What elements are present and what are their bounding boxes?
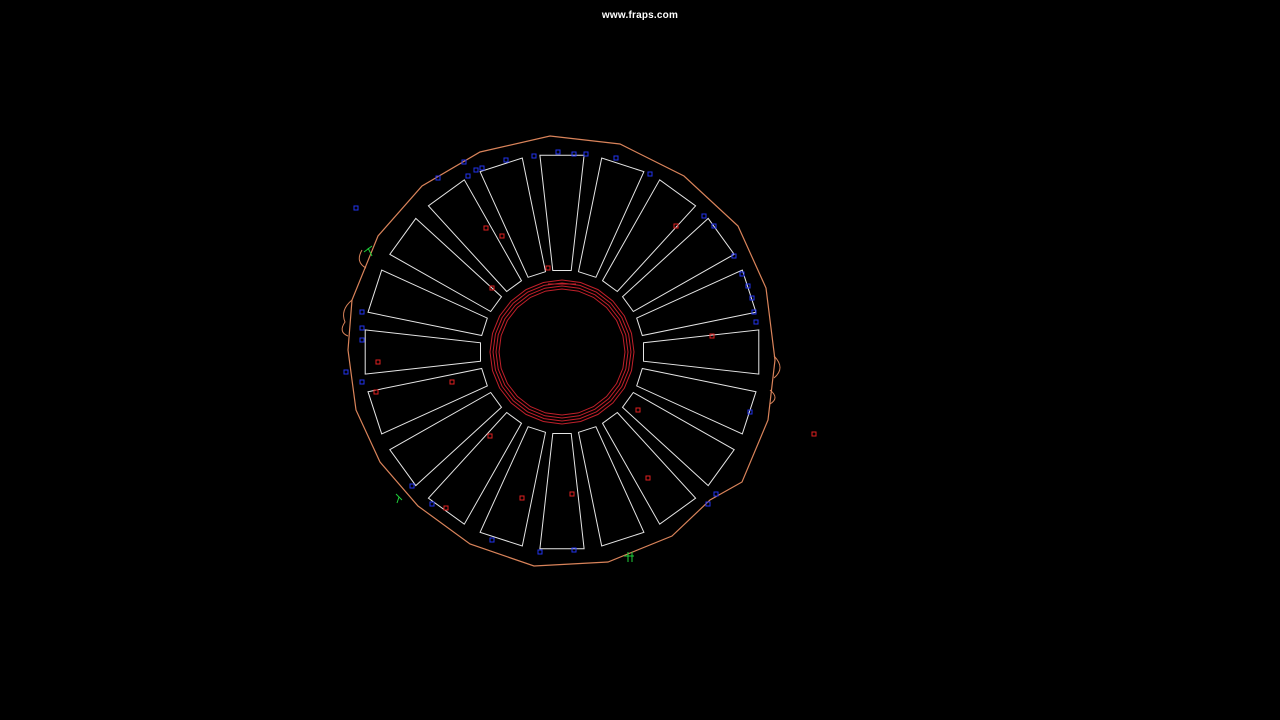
wedge-segment: [577, 157, 645, 278]
blue-marker: [555, 149, 561, 155]
wedge-segment: [621, 391, 735, 487]
blue-marker: [409, 483, 415, 489]
blue-marker: [489, 537, 495, 543]
red-marker: [483, 225, 489, 231]
wedge-segments: [364, 154, 760, 550]
wedge-segment: [601, 179, 697, 293]
cad-viewport[interactable]: www.fraps.com: [0, 0, 1280, 720]
blue-markers: [343, 149, 759, 555]
wedge-segment: [601, 411, 697, 525]
cad-drawing-canvas[interactable]: [0, 0, 1280, 720]
hub-ring: [492, 282, 632, 422]
outline-bump: [358, 249, 367, 269]
blue-marker: [429, 501, 435, 507]
blue-marker: [647, 171, 653, 177]
wedge-segment: [427, 179, 523, 293]
blue-marker: [359, 325, 365, 331]
blue-marker: [465, 173, 471, 179]
blue-marker: [353, 205, 359, 211]
blue-marker: [343, 369, 349, 375]
hub-ring: [489, 279, 635, 425]
wedge-segment: [479, 157, 547, 278]
blue-marker: [503, 157, 509, 163]
blue-marker: [359, 379, 365, 385]
wedge-segment: [621, 217, 735, 313]
wedge-segment: [389, 217, 503, 313]
red-marker: [645, 475, 651, 481]
hub-ring: [495, 285, 629, 419]
wedge-segment: [479, 426, 547, 547]
wedge-segment: [389, 391, 503, 487]
wedge-segment: [367, 269, 488, 337]
blue-marker: [753, 319, 759, 325]
inner-red-hub: [489, 279, 635, 425]
wedge-segment: [367, 367, 488, 435]
blue-marker: [531, 153, 537, 159]
red-marker: [569, 491, 575, 497]
wedge-segment: [636, 367, 757, 435]
blue-marker: [359, 309, 365, 315]
blue-marker: [359, 337, 365, 343]
green-marker: [395, 493, 403, 504]
red-marker: [811, 431, 817, 437]
red-marker: [487, 433, 493, 439]
blue-marker: [473, 167, 479, 173]
red-marker: [519, 495, 525, 501]
outline-polygon: [347, 135, 776, 567]
red-markers: [373, 223, 817, 511]
blue-marker: [613, 155, 619, 161]
wedge-segment: [539, 154, 585, 271]
wedge-segment: [427, 411, 523, 525]
wedge-segment: [577, 426, 645, 547]
blue-marker: [537, 549, 543, 555]
blue-marker: [583, 151, 589, 157]
red-marker: [499, 233, 505, 239]
wedge-segment: [364, 329, 481, 375]
red-marker: [635, 407, 641, 413]
blue-marker: [479, 165, 485, 171]
red-marker: [449, 379, 455, 385]
wedge-segment: [539, 433, 585, 550]
green-marker: [363, 245, 373, 257]
wedge-segment: [643, 329, 760, 375]
outer-orange-outline: [341, 135, 781, 567]
hub-ring: [498, 288, 626, 416]
red-marker: [545, 265, 551, 271]
blue-marker: [701, 213, 707, 219]
wedge-segment: [636, 269, 757, 337]
red-marker: [375, 359, 381, 365]
